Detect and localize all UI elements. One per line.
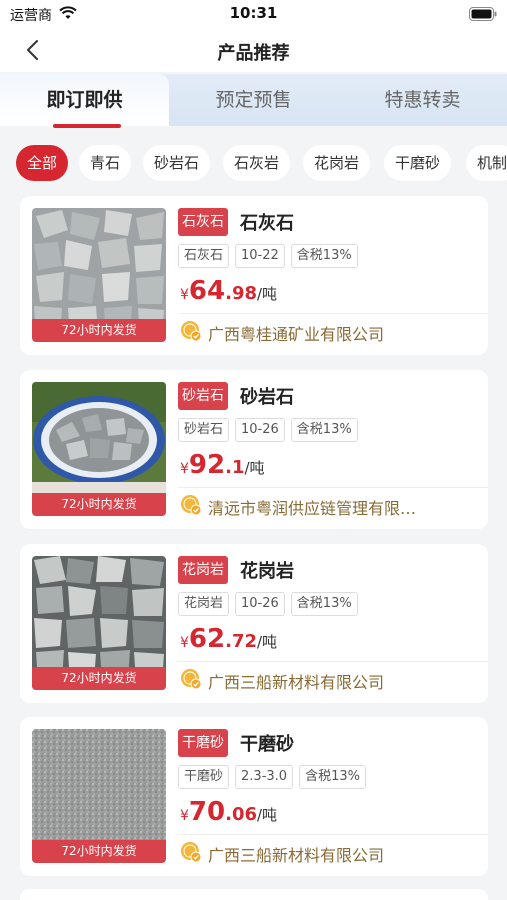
filter-chip-sandstone[interactable]: 砂岩石 <box>143 145 211 181</box>
gold-coin-check-icon <box>181 669 202 690</box>
price-currency: ¥ <box>180 635 189 651</box>
spec-row: 干磨砂 2.3-3.0 含税13% <box>178 765 372 789</box>
product-card[interactable]: 72小时内发货 砂岩石 砂岩石 砂岩石 10-26 含税13% ¥92.1/吨 … <box>20 370 488 529</box>
company-name[interactable]: 广西粤桂通矿业有限公司 <box>208 321 478 345</box>
nav-bar: 产品推荐 <box>0 28 507 72</box>
price-currency: ¥ <box>180 808 189 824</box>
price: ¥62.72/吨 <box>180 624 277 654</box>
product-name: 石灰石 <box>240 213 294 234</box>
spec-tag: 含税13% <box>299 765 366 789</box>
price-integer: 92 <box>188 450 226 480</box>
product-name: 花岗岩 <box>240 561 294 582</box>
tab-bar: 即订即供 预定预售 特惠转卖 <box>0 74 507 126</box>
price: ¥92.1/吨 <box>180 450 265 480</box>
divider <box>178 313 488 314</box>
divider <box>178 487 488 488</box>
spec-tag: 砂岩石 <box>178 418 230 442</box>
category-tag: 花岗岩 <box>178 556 228 584</box>
filter-chip-dry-sand[interactable]: 干磨砂 <box>384 145 452 181</box>
price: ¥70.06/吨 <box>180 797 277 827</box>
spec-tag: 含税13% <box>290 592 358 616</box>
page-title: 产品推荐 <box>217 43 290 64</box>
filter-chip-all[interactable]: 全部 <box>16 145 69 181</box>
product-name: 干磨砂 <box>240 734 294 755</box>
price-integer: 70 <box>188 797 226 827</box>
spec-tag: 花岗岩 <box>178 592 230 616</box>
category-tag: 石灰石 <box>178 208 228 236</box>
shipping-badge: 72小时内发货 <box>32 493 166 516</box>
filter-chip-limestone[interactable]: 石灰岩 <box>223 145 291 181</box>
product-image: 72小时内发货 <box>32 729 166 863</box>
battery-icon <box>469 7 497 21</box>
filter-chip-bluestone[interactable]: 青石 <box>79 145 132 181</box>
price-integer: 62 <box>188 624 226 654</box>
price-decimal: .98 <box>225 283 257 304</box>
company-name[interactable]: 广西三船新材料有限公司 <box>208 669 478 693</box>
product-card[interactable]: 72小时内发货 花岗岩 花岗岩 花岗岩 10-26 含税13% ¥62.72/吨… <box>20 544 488 703</box>
filter-chip-machine-made[interactable]: 机制 <box>466 145 507 181</box>
spec-tag: 2.3-3.0 <box>235 765 294 789</box>
tab-presale[interactable]: 预定预售 <box>169 74 338 126</box>
price-unit: /吨 <box>257 285 278 303</box>
product-image: 72小时内发货 <box>32 208 166 342</box>
product-card[interactable]: 72小时内发货 石灰石 石灰石 石灰石 10-22 含税13% ¥64.98/吨… <box>20 196 488 355</box>
product-image: 72小时内发货 <box>32 556 166 690</box>
spec-tag: 干磨砂 <box>178 765 230 789</box>
divider <box>178 661 488 662</box>
price-decimal: .1 <box>225 457 245 478</box>
category-filter-row: 全部 青石 砂岩石 石灰岩 花岗岩 干磨砂 机制 <box>0 128 507 194</box>
spec-tag: 石灰石 <box>178 244 230 268</box>
product-card-partial[interactable] <box>20 889 488 900</box>
price-decimal: .72 <box>225 631 257 652</box>
status-time: 10:31 <box>229 4 278 22</box>
price-currency: ¥ <box>180 287 189 303</box>
shipping-badge: 72小时内发货 <box>32 319 166 342</box>
spec-tag: 含税13% <box>290 418 358 442</box>
spec-row: 花岗岩 10-26 含税13% <box>178 592 364 616</box>
gold-coin-check-icon <box>181 842 202 863</box>
spec-tag: 10-26 <box>235 592 285 616</box>
product-image: 72小时内发货 <box>32 382 166 516</box>
price-currency: ¥ <box>180 461 189 477</box>
status-bar: 运营商 10:31 <box>0 0 507 28</box>
spec-tag: 含税13% <box>290 244 358 268</box>
category-tag: 砂岩石 <box>178 382 228 410</box>
shipping-badge: 72小时内发货 <box>32 667 166 690</box>
spec-tag: 10-22 <box>235 244 285 268</box>
spec-row: 砂岩石 10-26 含税13% <box>178 418 364 442</box>
shipping-badge: 72小时内发货 <box>32 840 166 863</box>
spec-tag: 10-26 <box>235 418 285 442</box>
price-decimal: .06 <box>225 804 257 825</box>
company-name[interactable]: 清远市粤润供应链管理有限… <box>208 495 478 519</box>
product-name: 砂岩石 <box>240 387 294 408</box>
gold-coin-check-icon <box>181 495 202 516</box>
price-unit: /吨 <box>257 806 278 824</box>
product-card[interactable]: 72小时内发货 干磨砂 干磨砂 干磨砂 2.3-3.0 含税13% ¥70.06… <box>20 717 488 876</box>
price-unit: /吨 <box>257 633 278 651</box>
tab-discount-resale[interactable]: 特惠转卖 <box>338 74 507 126</box>
spec-row: 石灰石 10-22 含税13% <box>178 244 364 268</box>
price-integer: 64 <box>188 276 226 306</box>
price-unit: /吨 <box>244 459 265 477</box>
price: ¥64.98/吨 <box>180 276 277 306</box>
tab-instant-supply[interactable]: 即订即供 <box>0 74 169 126</box>
category-tag: 干磨砂 <box>178 729 228 757</box>
filter-chip-granite[interactable]: 花岗岩 <box>303 145 371 181</box>
gold-coin-check-icon <box>181 321 202 342</box>
divider <box>178 834 488 835</box>
company-name[interactable]: 广西三船新材料有限公司 <box>208 842 478 866</box>
